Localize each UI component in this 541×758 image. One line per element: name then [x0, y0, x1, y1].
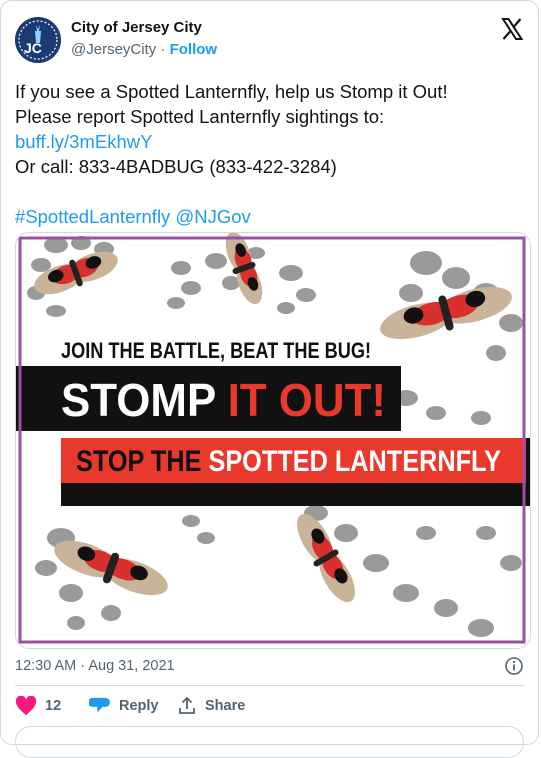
tweet-card: JC City of Jersey City @JerseyCity · Fol…	[0, 0, 539, 758]
poster-stop-black: STOP THE	[76, 445, 208, 478]
jersey-city-logo-icon: JC	[15, 17, 61, 63]
like-count: 12	[45, 698, 62, 714]
tweet-line-2: Please report Spotted Lanternfly sightin…	[15, 106, 385, 127]
info-icon[interactable]	[504, 656, 524, 676]
share-button[interactable]: Share	[177, 696, 245, 716]
follow-button[interactable]: Follow	[170, 41, 218, 58]
poster-stomp-headline: STOMP IT OUT!	[61, 374, 386, 426]
tweet-text: If you see a Spotted Lanternfly, help us…	[15, 79, 525, 229]
separator-dot: ·	[160, 41, 166, 58]
svg-text:JC: JC	[24, 40, 42, 56]
divider	[15, 685, 524, 686]
share-icon	[179, 696, 195, 714]
report-link[interactable]: buff.ly/3mEkhwY	[15, 129, 525, 154]
author-name[interactable]: City of Jersey City	[71, 19, 202, 36]
tweet-line-4: Or call: 833-4BADBUG (833-422-3284)	[15, 156, 337, 177]
poster-tagline: JOIN THE BATTLE, BEAT THE BUG!	[61, 338, 371, 363]
reply-label: Reply	[119, 698, 159, 714]
poster-stop-white: SPOTTED LANTERNFLY	[208, 445, 501, 478]
tweet-timestamp[interactable]: 12:30 AM · Aug 31, 2021	[15, 658, 175, 674]
avatar[interactable]: JC	[15, 17, 61, 63]
handle-row: @JerseyCity · Follow	[71, 41, 217, 58]
reply-bubble-icon	[89, 697, 110, 713]
tweet-line-1: If you see a Spotted Lanternfly, help us…	[15, 81, 448, 102]
reply-button[interactable]: Reply	[89, 696, 159, 716]
poster-stop-headline: STOP THE SPOTTED LANTERNFLY	[76, 445, 501, 478]
hashtag-mention-line[interactable]: #SpottedLanternfly @NJGov	[15, 204, 525, 229]
x-logo-icon[interactable]	[500, 17, 524, 41]
tweet-header: JC City of Jersey City @JerseyCity · Fol…	[15, 15, 524, 67]
like-button[interactable]: 12	[15, 696, 61, 716]
share-label: Share	[205, 698, 246, 714]
read-replies-button[interactable]	[15, 726, 524, 758]
tweet-media-image[interactable]: JOIN THE BATTLE, BEAT THE BUG! STOMP IT …	[15, 232, 531, 649]
stomp-poster: JOIN THE BATTLE, BEAT THE BUG! STOMP IT …	[16, 233, 530, 648]
poster-stomp-red: IT OUT!	[228, 374, 386, 426]
heart-icon	[15, 696, 37, 716]
author-handle[interactable]: @JerseyCity	[71, 41, 156, 58]
poster-stomp-white: STOMP	[61, 374, 228, 426]
